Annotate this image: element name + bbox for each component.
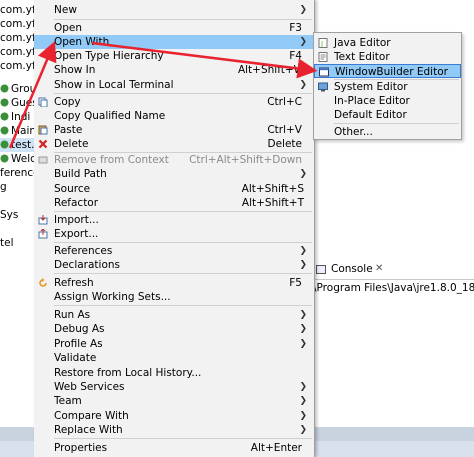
menu-item-show-in-local-terminal[interactable]: Show in Local Terminal ❯ — [34, 78, 314, 92]
submenu-item-other[interactable]: Other... — [314, 125, 461, 139]
chevron-right-icon: ❯ — [299, 425, 307, 435]
console-tab[interactable]: Console ✕ — [313, 261, 474, 280]
java-class-icon — [0, 98, 9, 107]
chevron-right-icon: ❯ — [299, 310, 307, 320]
chevron-right-icon: ❯ — [299, 5, 307, 15]
chevron-right-icon: ❯ — [299, 169, 307, 179]
tree-row[interactable]: Sys — [0, 208, 18, 222]
menu-item-copy[interactable]: Copy Ctrl+C — [34, 95, 314, 109]
console-tab-label: Console — [331, 263, 373, 275]
chevron-right-icon: ❯ — [299, 80, 307, 90]
menu-separator — [54, 438, 312, 439]
menu-item-import[interactable]: Import... — [34, 213, 314, 227]
menu-item-restore-from-local-history[interactable]: Restore from Local History... — [34, 366, 314, 380]
menu-separator — [334, 123, 459, 124]
java-class-icon — [0, 112, 9, 121]
menu-separator — [54, 305, 312, 306]
menu-separator — [54, 273, 312, 274]
menu-item-replace-with[interactable]: Replace With ❯ — [34, 423, 314, 437]
menu-item-profile-as[interactable]: Profile As ❯ — [34, 337, 314, 351]
java-class-icon — [0, 126, 9, 135]
export-icon — [38, 229, 48, 239]
import-icon — [38, 215, 48, 225]
copy-icon — [38, 97, 48, 107]
submenu-item-in-place-editor[interactable]: In-Place Editor — [314, 94, 461, 108]
menu-separator — [54, 19, 312, 20]
menu-item-team[interactable]: Team ❯ — [34, 394, 314, 408]
chevron-right-icon: ❯ — [299, 37, 307, 47]
menu-item-open-with[interactable]: Open With ❯ — [34, 35, 314, 49]
menu-item-build-path[interactable]: Build Path ❯ — [34, 167, 314, 181]
menu-item-paste[interactable]: Paste Ctrl+V — [34, 123, 314, 137]
menu-item-open[interactable]: Open F3 — [34, 21, 314, 35]
menu-item-declarations[interactable]: Declarations ❯ — [34, 258, 314, 272]
menu-item-new[interactable]: New ❯ — [34, 3, 314, 17]
text-editor-icon — [318, 52, 328, 62]
menu-item-export[interactable]: Export... — [34, 227, 314, 241]
java-class-icon — [0, 140, 9, 149]
menu-item-delete[interactable]: Delete Delete — [34, 137, 314, 151]
menu-item-source[interactable]: Source Alt+Shift+S — [34, 182, 314, 196]
tree-row[interactable]: tel — [0, 236, 14, 250]
menu-item-copy-qualified-name[interactable]: Copy Qualified Name — [34, 109, 314, 123]
tree-row[interactable]: Grou — [0, 82, 36, 96]
tree-row[interactable]: Indi — [0, 110, 30, 124]
menu-item-assign-working-sets[interactable]: Assign Working Sets... — [34, 290, 314, 304]
menu-item-run-as[interactable]: Run As ❯ — [34, 308, 314, 322]
menu-item-show-in[interactable]: Show In Alt+Shift+W — [34, 63, 314, 77]
menu-item-references[interactable]: References ❯ — [34, 244, 314, 258]
console-output: \Program Files\Java\jre1.8.0_181\bin\ — [313, 282, 474, 294]
menu-separator — [54, 242, 312, 243]
menu-item-remove-from-context[interactable]: Remove from Context Ctrl+Alt+Shift+Down — [34, 153, 314, 167]
refresh-icon — [39, 278, 47, 287]
menu-item-refactor[interactable]: Refactor Alt+Shift+T — [34, 196, 314, 210]
menu-item-web-services[interactable]: Web Services ❯ — [34, 380, 314, 394]
context-menu: New ❯ Open F3 Open With ❯ Open Type Hierarc… — [34, 0, 315, 457]
menu-item-properties[interactable]: Properties Alt+Enter — [34, 441, 314, 455]
delete-icon — [38, 139, 48, 149]
chevron-right-icon: ❯ — [299, 396, 307, 406]
java-class-icon — [0, 154, 9, 163]
close-icon[interactable]: ✕ — [375, 263, 383, 274]
submenu-item-windowbuilder-editor[interactable]: WindowBuilder Editor — [314, 64, 461, 78]
menu-item-open-type-hierarchy[interactable]: Open Type Hierarchy F4 — [34, 49, 314, 63]
tree-row[interactable]: Main — [0, 124, 36, 138]
menu-item-compare-with[interactable]: Compare With ❯ — [34, 409, 314, 423]
chevron-right-icon: ❯ — [299, 246, 307, 256]
submenu-item-system-editor[interactable]: System Editor — [314, 80, 461, 94]
system-editor-icon — [318, 82, 328, 92]
windowbuilder-editor-icon — [319, 67, 329, 77]
paste-icon — [38, 125, 48, 135]
open-with-submenu: J Java Editor Text Editor WindowBuilder … — [313, 32, 462, 140]
menu-item-refresh[interactable]: Refresh F5 — [34, 276, 314, 290]
tree-row[interactable]: Welc — [0, 152, 36, 166]
submenu-item-java-editor[interactable]: J Java Editor — [314, 36, 461, 50]
svg-text:J: J — [320, 40, 323, 48]
chevron-right-icon: ❯ — [299, 324, 307, 334]
chevron-right-icon: ❯ — [299, 411, 307, 421]
menu-separator — [54, 211, 312, 212]
submenu-item-default-editor[interactable]: Default Editor — [314, 108, 461, 122]
menu-item-debug-as[interactable]: Debug As ❯ — [34, 322, 314, 336]
submenu-item-text-editor[interactable]: Text Editor — [314, 50, 461, 64]
java-editor-icon: J — [318, 38, 328, 48]
tree-row[interactable]: Gues — [0, 96, 38, 110]
tree-row[interactable]: g — [0, 180, 7, 194]
chevron-right-icon: ❯ — [299, 260, 307, 270]
chevron-right-icon: ❯ — [299, 382, 307, 392]
menu-item-validate[interactable]: Validate — [34, 351, 314, 365]
java-class-icon — [0, 84, 9, 93]
menu-separator — [54, 93, 312, 94]
chevron-right-icon: ❯ — [299, 339, 307, 349]
tree-row-selected[interactable]: test.j — [0, 138, 38, 152]
remove-context-icon — [38, 156, 48, 164]
project-explorer: com.yfh com.yfh com.yfh com.yfh com.yfh … — [0, 0, 42, 457]
console-icon — [316, 265, 326, 274]
